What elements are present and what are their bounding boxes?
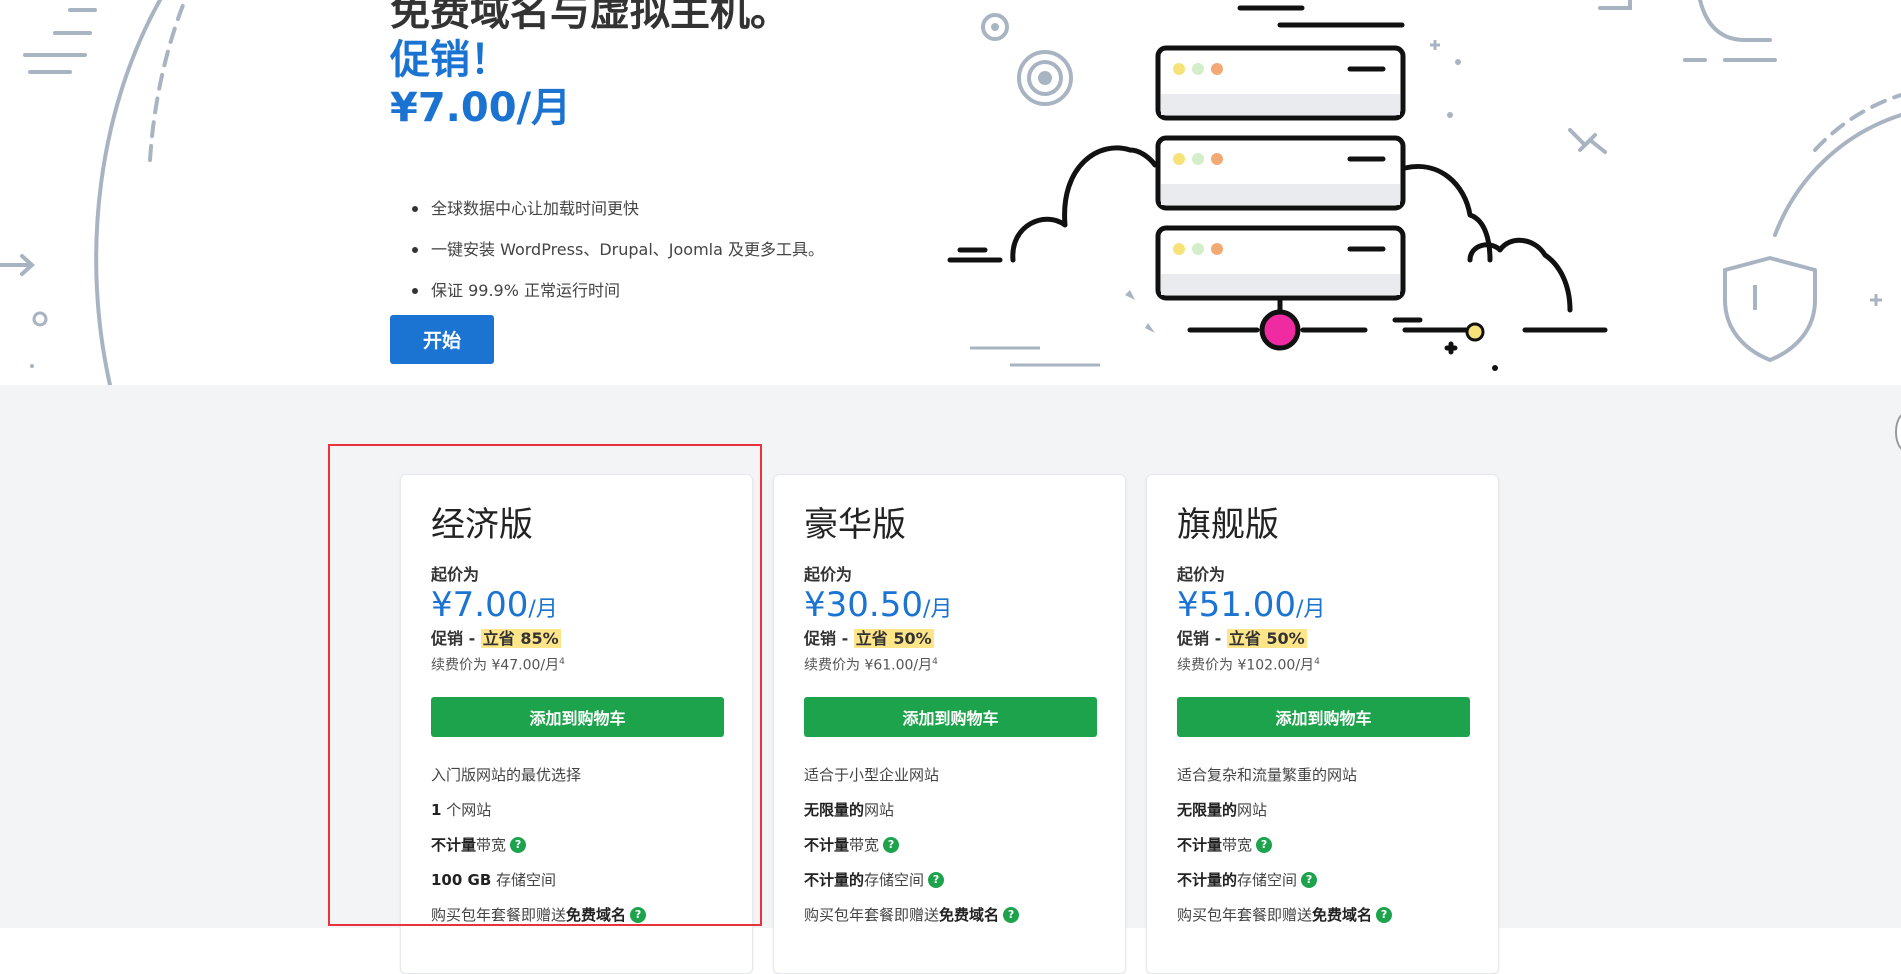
- renew-price: 续费价为 ¥61.00/月4: [804, 651, 1097, 677]
- feature-storage: 不计量的存储空间?: [1177, 870, 1470, 905]
- plan-card-deluxe: 豪华版 起价为 ¥30.50/月 促销 - 立省 50% 续费价为 ¥61.00…: [773, 474, 1126, 974]
- bullet-item: 一键安装 WordPress、Drupal、Joomla 及更多工具。: [390, 229, 1010, 270]
- feature-storage: 不计量的存储空间?: [804, 870, 1097, 905]
- price-period: /月: [1295, 597, 1326, 622]
- shield-icon: [1723, 256, 1817, 362]
- plan-name: 旗舰版: [1177, 505, 1279, 545]
- hero-heading: 免费域名与虚拟主机。: [390, 0, 790, 35]
- feature-strong: 不计量: [804, 835, 850, 854]
- footnote-marker[interactable]: 4: [932, 657, 938, 667]
- feature-text: 带宽: [849, 835, 880, 854]
- feature-strong: 无限量的: [804, 800, 865, 819]
- add-to-cart-button[interactable]: 添加到购物车: [1177, 696, 1470, 737]
- help-icon[interactable]: ?: [883, 837, 900, 854]
- renew-price: 续费价为 ¥102.00/月4: [1177, 651, 1470, 677]
- help-icon[interactable]: ?: [1256, 837, 1273, 854]
- renew-text: 续费价为 ¥61.00/月: [804, 657, 933, 674]
- price-row: ¥51.00/月: [1177, 585, 1470, 625]
- sale-row: 促销 - 立省 50%: [1177, 627, 1470, 651]
- hero-text: 免费域名与虚拟主机。 促销！ ¥7.00/月 全球数据中心让加载时间更快 一键安…: [390, 0, 1010, 311]
- from-label: 起价为: [804, 565, 853, 584]
- feature-strong: 不计量的: [804, 870, 865, 889]
- price-period: /月: [922, 597, 953, 622]
- save-badge: 立省 50%: [853, 629, 934, 648]
- hero-section: 免费域名与虚拟主机。 促销！ ¥7.00/月 全球数据中心让加载时间更快 一键安…: [0, 0, 1901, 385]
- feature-text: 网站: [864, 800, 895, 819]
- save-badge: 立省 50%: [1226, 629, 1307, 648]
- feature-free-domain: 购买包年套餐即赠送免费域名?: [1177, 905, 1470, 940]
- plan-name: 豪华版: [804, 505, 906, 545]
- bullet-item: 保证 99.9% 正常运行时间: [390, 270, 1010, 311]
- selection-highlight: [328, 444, 762, 926]
- feature-text: 带宽: [1222, 835, 1253, 854]
- feature-strong: 免费域名: [939, 905, 1000, 924]
- feature-bandwidth: 不计量带宽?: [804, 835, 1097, 870]
- feature-text: 存储空间: [864, 870, 925, 889]
- sale-row: 促销 - 立省 50%: [804, 627, 1097, 651]
- feature-description: 适合于小型企业网站: [804, 765, 940, 784]
- renew-text: 续费价为 ¥102.00/月: [1177, 657, 1315, 674]
- feature-text: 购买包年套餐即赠送: [804, 905, 940, 924]
- hero-price: ¥7.00/月: [390, 85, 572, 131]
- bullet-item: 全球数据中心让加载时间更快: [390, 188, 1010, 229]
- help-icon[interactable]: ?: [928, 872, 945, 889]
- feature-free-domain: 购买包年套餐即赠送免费域名?: [804, 905, 1097, 940]
- feature-text: 购买包年套餐即赠送: [1177, 905, 1313, 924]
- sale-label: 促销 -: [804, 629, 854, 648]
- promo-label: 促销！: [390, 37, 510, 83]
- feature-text: 网站: [1237, 800, 1268, 819]
- plan-card-ultimate: 旗舰版 起价为 ¥51.00/月 促销 - 立省 50% 续费价为 ¥102.0…: [1146, 474, 1499, 974]
- from-label: 起价为: [1177, 565, 1226, 584]
- feature-websites: 无限量的网站: [1177, 800, 1470, 835]
- footnote-marker[interactable]: 4: [1314, 657, 1320, 667]
- sale-label: 促销 -: [1177, 629, 1227, 648]
- feature-list: 适合于小型企业网站 无限量的网站 不计量带宽? 不计量的存储空间? 购买包年套餐…: [804, 765, 1097, 940]
- plan-price: ¥30.50: [804, 585, 923, 625]
- feature-text: 存储空间: [1237, 870, 1298, 889]
- price-row: ¥30.50/月: [804, 585, 1097, 625]
- feature-strong: 无限量的: [1177, 800, 1238, 819]
- arrow-right-icon: [0, 254, 35, 276]
- add-to-cart-button[interactable]: 添加到购物车: [804, 696, 1097, 737]
- start-button[interactable]: 开始: [390, 315, 494, 364]
- help-icon[interactable]: ?: [1301, 872, 1318, 889]
- help-icon[interactable]: ?: [1003, 907, 1020, 924]
- plan-price: ¥51.00: [1177, 585, 1296, 625]
- feature-list: 适合复杂和流量繁重的网站 无限量的网站 不计量带宽? 不计量的存储空间? 购买包…: [1177, 765, 1470, 940]
- feature-description: 适合复杂和流量繁重的网站: [1177, 765, 1358, 784]
- feature-strong: 免费域名: [1312, 905, 1373, 924]
- feature-websites: 无限量的网站: [804, 800, 1097, 835]
- feature-bandwidth: 不计量带宽?: [1177, 835, 1470, 870]
- feature-bullets: 全球数据中心让加载时间更快 一键安装 WordPress、Drupal、Joom…: [390, 188, 1010, 311]
- server-stack-illustration: [947, 5, 1608, 355]
- help-icon[interactable]: ?: [1376, 907, 1393, 924]
- feature-strong: 不计量的: [1177, 870, 1238, 889]
- feature-strong: 不计量: [1177, 835, 1223, 854]
